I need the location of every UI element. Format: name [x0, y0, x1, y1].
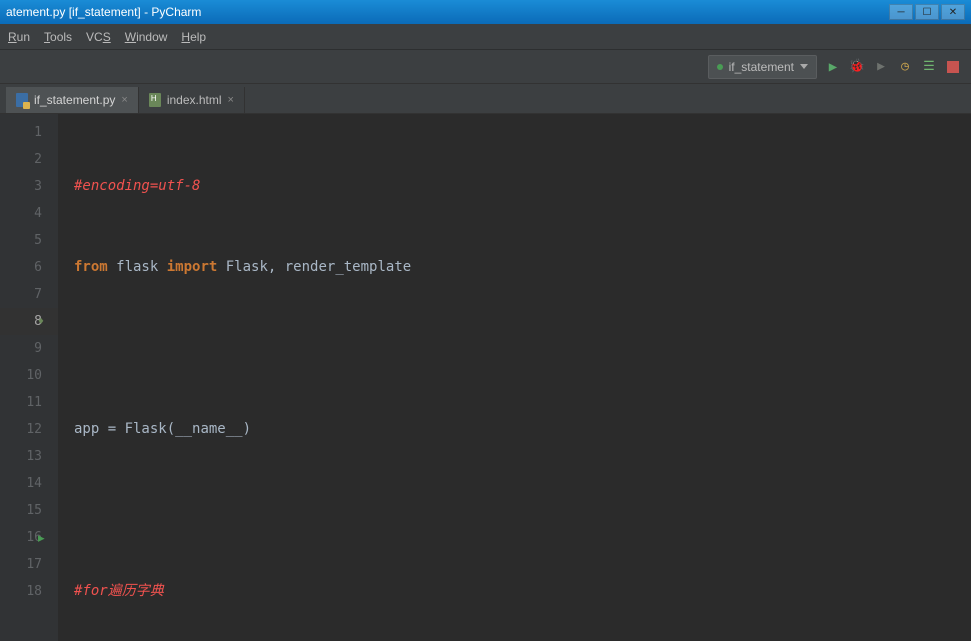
- stop-button[interactable]: [945, 59, 961, 75]
- line-number[interactable]: 15: [0, 497, 58, 524]
- run-config-label: if_statement: [729, 60, 794, 74]
- run-config-icon: [717, 64, 723, 70]
- line-number[interactable]: 8♦: [0, 308, 58, 335]
- close-icon[interactable]: ×: [228, 94, 234, 106]
- line-number[interactable]: 1: [0, 119, 58, 146]
- line-number[interactable]: 2: [0, 146, 58, 173]
- profile-button[interactable]: ◷: [897, 59, 913, 75]
- code-text: Flask, render_template: [217, 259, 411, 275]
- run-config-dropdown[interactable]: if_statement: [708, 55, 817, 79]
- line-number[interactable]: 9: [0, 335, 58, 362]
- menu-tools[interactable]: Tools: [44, 30, 72, 44]
- line-number[interactable]: 12: [0, 416, 58, 443]
- line-number[interactable]: 10: [0, 362, 58, 389]
- menu-bar: Run Tools VCS Window Help: [0, 24, 971, 50]
- code-text: app = Flask(: [74, 421, 175, 437]
- window-controls: ─ ☐ ✕: [889, 4, 965, 20]
- code-editor[interactable]: 1 2 3 4 5 6 7 8♦ 9 10 11 12 13 14 15 16▶…: [0, 114, 971, 641]
- line-number[interactable]: 4: [0, 200, 58, 227]
- editor-tabs: if_statement.py × index.html ×: [0, 84, 971, 114]
- menu-vcs[interactable]: VCS: [86, 30, 111, 44]
- line-number[interactable]: 14: [0, 470, 58, 497]
- coverage-button[interactable]: ▶: [873, 59, 889, 75]
- python-file-icon: [16, 93, 28, 107]
- line-number[interactable]: 6: [0, 254, 58, 281]
- tab-if-statement-py[interactable]: if_statement.py ×: [6, 87, 139, 113]
- tab-label: if_statement.py: [34, 93, 115, 107]
- line-number[interactable]: 3: [0, 173, 58, 200]
- code-text: ): [243, 421, 251, 437]
- maximize-button[interactable]: ☐: [915, 4, 939, 20]
- chevron-down-icon: [800, 64, 808, 69]
- menu-window[interactable]: Window: [125, 30, 168, 44]
- modified-icon: ♦: [38, 308, 44, 335]
- run-gutter-icon[interactable]: ▶: [38, 524, 45, 551]
- line-number[interactable]: 17: [0, 551, 58, 578]
- toolbar: if_statement ▶ 🐞 ▶ ◷ ☰: [0, 50, 971, 84]
- line-number[interactable]: 7: [0, 281, 58, 308]
- minimize-button[interactable]: ─: [889, 4, 913, 20]
- line-number[interactable]: 16▶: [0, 524, 58, 551]
- close-icon[interactable]: ×: [121, 94, 127, 106]
- code-text: #for遍历字典: [74, 583, 164, 599]
- code-text: #encoding=utf-8: [74, 178, 200, 194]
- window-title: atement.py [if_statement] - PyCharm: [6, 5, 201, 19]
- line-number[interactable]: 5: [0, 227, 58, 254]
- line-number[interactable]: 18: [0, 578, 58, 605]
- tab-index-html[interactable]: index.html ×: [139, 87, 245, 113]
- tab-label: index.html: [167, 93, 222, 107]
- concurrency-button[interactable]: ☰: [921, 59, 937, 75]
- code-text: import: [167, 259, 218, 275]
- code-text: from: [74, 259, 108, 275]
- stop-icon: [947, 61, 959, 73]
- run-button[interactable]: ▶: [825, 59, 841, 75]
- menu-run[interactable]: Run: [8, 30, 30, 44]
- close-button[interactable]: ✕: [941, 4, 965, 20]
- html-file-icon: [149, 93, 161, 107]
- line-number[interactable]: 13: [0, 443, 58, 470]
- menu-help[interactable]: Help: [181, 30, 206, 44]
- gutter: 1 2 3 4 5 6 7 8♦ 9 10 11 12 13 14 15 16▶…: [0, 114, 58, 641]
- window-titlebar: atement.py [if_statement] - PyCharm ─ ☐ …: [0, 0, 971, 24]
- line-number[interactable]: 11: [0, 389, 58, 416]
- code-text: flask: [108, 259, 167, 275]
- code-area[interactable]: #encoding=utf-8 from flask import Flask,…: [58, 114, 971, 641]
- code-text: __name__: [175, 421, 242, 437]
- debug-button[interactable]: 🐞: [849, 59, 865, 75]
